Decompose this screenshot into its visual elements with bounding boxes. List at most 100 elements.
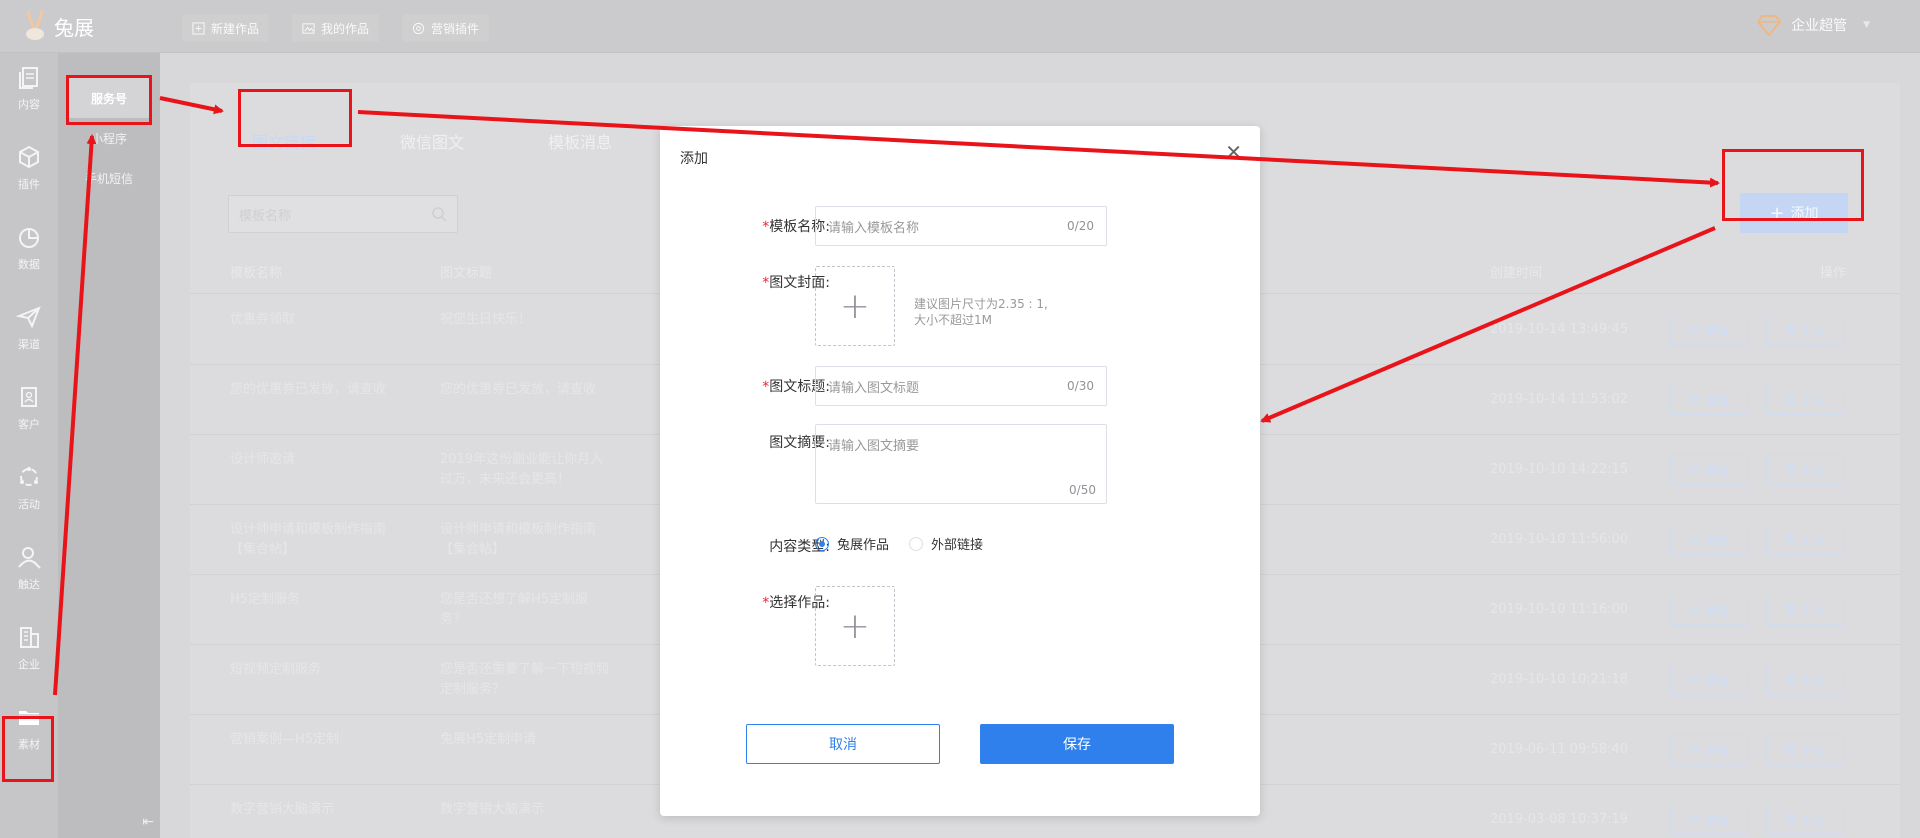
tab-wechat-article[interactable]: 微信图文 [378, 113, 486, 169]
edit-button[interactable]: ▤ 编辑 [1670, 385, 1748, 415]
rail-label: 素材 [18, 738, 40, 751]
close-icon[interactable]: ✕ [1225, 140, 1242, 164]
delete-button[interactable]: 🗑 删除 [1766, 665, 1844, 695]
add-dialog: 添加 ✕ *模板名称: 请输入模板名称 0/20 *图文封面: + 建议图片尺寸… [660, 126, 1260, 816]
cell-article-title: 2019年这份副业能让你月入过万，未来还会更高！ [440, 452, 604, 487]
cell-article-title: 设计师申请和模板制作指南【集合帖】 [440, 522, 597, 557]
summary-placeholder: 请输入图文摘要 [828, 439, 920, 454]
radio-external-link[interactable]: 外部链接 [909, 534, 983, 553]
delete-button[interactable]: 🗑 删除 [1766, 595, 1844, 625]
cancel-button[interactable]: 取消 [746, 724, 940, 764]
delete-button[interactable]: 🗑 删除 [1766, 525, 1844, 555]
rail-item-enterprise[interactable]: 企业 [0, 613, 58, 683]
rail-item-plugins[interactable]: 插件 [0, 133, 58, 203]
marketing-plugins-label: 营销插件 [431, 21, 480, 36]
delete-button[interactable]: 🗑 删除 [1766, 805, 1844, 835]
column-header: 操作 [1820, 266, 1847, 281]
cell-template-name: 优惠券领取 [230, 312, 296, 327]
rail-item-materials[interactable]: 素材 [0, 693, 58, 763]
column-header: 模板名称 [230, 266, 283, 281]
search-placeholder: 模板名称 [239, 208, 292, 224]
rail-item-channels[interactable]: 渠道 [0, 293, 58, 363]
gear-icon [412, 22, 425, 34]
folder-icon [19, 711, 39, 725]
chevron-down-icon: ▼ [1863, 20, 1870, 30]
icon-rail: 内容 插件 数据 渠道 客户 活动 触达 企业 素材 [0, 53, 58, 838]
logo[interactable]: 兔展 [20, 10, 94, 42]
delete-button[interactable]: 🗑 删除 [1766, 385, 1844, 415]
template-name-placeholder: 请输入模板名称 [828, 220, 920, 236]
edit-button[interactable]: ▤ 编辑 [1670, 315, 1748, 345]
template-name-input[interactable]: 请输入模板名称 0/20 [815, 206, 1107, 246]
cell-created-time: 2019-10-14 13:49:45 [1490, 322, 1629, 337]
column-header: 图文标题 [440, 266, 493, 281]
edit-button[interactable]: ▤ 编辑 [1670, 805, 1748, 835]
edit-button[interactable]: ▤ 编辑 [1670, 455, 1748, 485]
cover-hint: 建议图片尺寸为2.35 : 1, 大小不超过1M [914, 297, 1048, 327]
cell-created-time: 2019-10-14 11:53:02 [1490, 392, 1629, 407]
content-icon [19, 67, 38, 89]
cell-template-name: 您的优惠券已发放，请查收 [230, 382, 387, 397]
sub-item-service-account[interactable]: 服务号 [66, 78, 152, 118]
cube-icon [19, 145, 39, 169]
my-works-label: 我的作品 [321, 21, 370, 36]
plus-square-icon [192, 21, 205, 35]
add-template-button[interactable]: + 添加 [1740, 193, 1848, 233]
new-work-button[interactable]: 新建作品 [182, 14, 270, 42]
cell-template-name: H5定制服务 [230, 592, 301, 607]
user-menu[interactable]: 企业超管 ▼ [1757, 14, 1870, 36]
radio-tuzhan-work[interactable]: 兔展作品 [815, 534, 889, 553]
cell-template-name: 设计师申请和模板制作指南【集合帖】 [230, 522, 387, 557]
sub-item-sms[interactable]: 手机短信 [66, 158, 152, 198]
my-works-button[interactable]: 我的作品 [292, 14, 380, 42]
rail-label: 客户 [18, 418, 40, 431]
trash-icon: 🗑 [1783, 533, 1799, 547]
rail-item-reach[interactable]: 触达 [0, 533, 58, 603]
summary-textarea[interactable]: 请输入图文摘要 0/50 [815, 424, 1107, 504]
sub-item-mini-program[interactable]: 小程序 [66, 118, 152, 158]
delete-button[interactable]: 🗑 删除 [1766, 315, 1844, 345]
article-title-input[interactable]: 请输入图文标题 0/30 [815, 366, 1107, 406]
save-button[interactable]: 保存 [980, 724, 1174, 764]
cell-article-title: 您是否还想了解H5定制服务？ [440, 592, 589, 627]
tab-template-message[interactable]: 模板消息 [526, 113, 634, 169]
edit-button[interactable]: ▤ 编辑 [1670, 735, 1748, 765]
edit-button[interactable]: ▤ 编辑 [1670, 525, 1748, 555]
delete-button[interactable]: 🗑 删除 [1766, 455, 1844, 485]
rail-item-customers[interactable]: 客户 [0, 373, 58, 443]
select-work-upload[interactable]: + [815, 586, 895, 666]
char-counter: 0/20 [1067, 219, 1094, 233]
cell-template-name: 营销案例—H5定制 [230, 732, 340, 747]
building-icon [20, 627, 39, 648]
rail-item-data[interactable]: 数据 [0, 213, 58, 283]
document-icon: ▤ [1689, 393, 1701, 407]
content-type-radio-group: 兔展作品 外部链接 [815, 534, 983, 553]
plus-icon: + [839, 285, 871, 327]
rail-label: 企业 [18, 658, 40, 671]
rail-label: 触达 [18, 578, 40, 591]
cell-article-title: 数字营销大脑演示 [440, 802, 545, 817]
rail-label: 内容 [18, 98, 40, 111]
rail-item-activities[interactable]: 活动 [0, 453, 58, 523]
char-counter: 0/50 [1069, 483, 1096, 497]
delete-button[interactable]: 🗑 删除 [1766, 735, 1844, 765]
customer-icon [21, 387, 37, 407]
marketing-plugins-button[interactable]: 营销插件 [402, 14, 490, 42]
collapse-icon[interactable]: ⇤ [142, 814, 154, 830]
diamond-icon [1757, 15, 1782, 36]
search-input[interactable]: 模板名称 [228, 195, 458, 233]
trash-icon: 🗑 [1783, 813, 1799, 827]
tab-article-link[interactable]: 图文链接 [230, 113, 338, 169]
cell-created-time: 2019-10-10 10:21:18 [1490, 672, 1629, 687]
edit-button[interactable]: ▤ 编辑 [1670, 665, 1748, 695]
rail-item-content[interactable]: 内容 [0, 53, 58, 123]
document-icon: ▤ [1689, 323, 1701, 337]
cell-created-time: 2019-03-08 10:37:19 [1490, 812, 1629, 827]
edit-button[interactable]: ▤ 编辑 [1670, 595, 1748, 625]
rail-label: 渠道 [18, 338, 40, 351]
cover-upload[interactable]: + [815, 266, 895, 346]
cell-article-title: 祝您生日快乐！ [440, 312, 532, 327]
logo-text: 兔展 [54, 15, 94, 40]
document-icon: ▤ [1689, 673, 1701, 687]
pie-chart-icon [19, 228, 39, 248]
